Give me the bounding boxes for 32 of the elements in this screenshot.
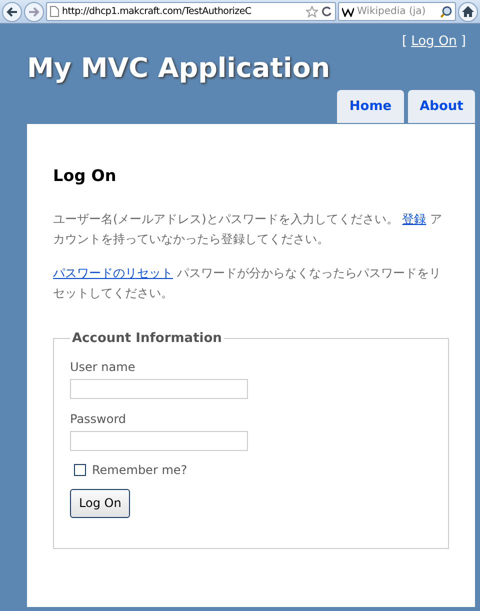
site-title: My MVC Application [27, 53, 332, 84]
wikipedia-w-icon [342, 6, 354, 16]
back-button[interactable] [2, 2, 22, 22]
home-button[interactable] [458, 2, 478, 22]
log-on-button[interactable]: Log On [70, 488, 130, 518]
fieldset-legend: Account Information [70, 331, 224, 346]
checkbox-label: Remember me? [92, 462, 188, 477]
back-arrow-icon [6, 6, 18, 16]
bracket-text: [ [402, 34, 408, 49]
search-field[interactable]: Wikipedia (ja) [338, 2, 456, 21]
menu-tab[interactable]: Home [337, 90, 404, 123]
input-field[interactable] [70, 430, 248, 451]
star-icon[interactable] [306, 6, 318, 18]
menu-tab[interactable]: About [408, 90, 475, 123]
log-on-link[interactable]: Log On [411, 34, 457, 49]
password-reset-link[interactable]: パスワードのリセット [53, 266, 173, 280]
house-icon [462, 6, 474, 17]
forward-arrow-icon [28, 6, 40, 16]
field-label: Password [70, 412, 126, 426]
register-link[interactable]: 登録 [402, 212, 426, 226]
url-text: http://dhcp1.makcraft.com/TestAuthorizeC [62, 6, 252, 17]
bracket-text: ] [460, 34, 466, 49]
field-label: User name [70, 360, 136, 374]
remember-checkbox[interactable] [74, 464, 86, 476]
search-icon[interactable] [440, 6, 452, 18]
page-heading: Log On [53, 166, 118, 185]
instruction-text: ユーザー名(メールアドレス)とパスワードを入力してください。 登録 アカウントを持っていなかったら登録してください。 [53, 211, 444, 248]
input-field[interactable] [70, 379, 248, 399]
instruction-text: パスワードのリセット パスワードが分からなくなったらパスワードをリセットしてください。 [53, 265, 442, 302]
page-icon [50, 6, 59, 17]
address-bar[interactable]: http://dhcp1.makcraft.com/TestAuthorizeC [46, 2, 336, 21]
reload-icon[interactable] [321, 6, 332, 17]
